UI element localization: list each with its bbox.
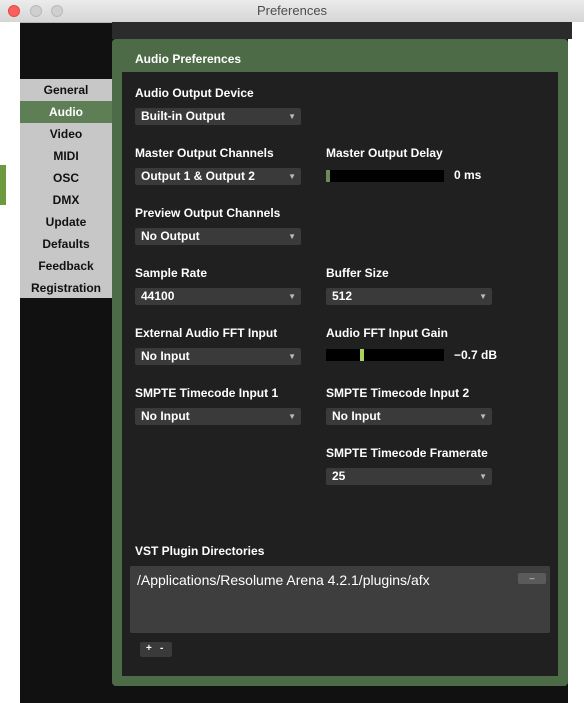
sidebar-item-osc[interactable]: OSC — [20, 167, 112, 189]
fft-input-value: No Input — [141, 349, 190, 363]
sidebar-item-audio[interactable]: Audio — [20, 101, 112, 123]
dropdown-arrow-icon: ▼ — [479, 472, 487, 481]
output-device-dropdown[interactable]: Built-in Output ▼ — [135, 108, 301, 125]
fft-gain-slider[interactable] — [326, 349, 444, 361]
smpte-input-1-label: SMPTE Timecode Input 1 — [135, 386, 279, 400]
remove-directory-button[interactable]: – — [518, 573, 546, 584]
audio-preferences-panel: Audio Preferences Audio Output Device Bu… — [112, 39, 568, 686]
smpte-input-2-dropdown[interactable]: No Input ▼ — [326, 408, 492, 425]
dropdown-arrow-icon: ▼ — [288, 232, 296, 241]
buffer-size-dropdown[interactable]: 512 ▼ — [326, 288, 492, 305]
vst-directory-item[interactable]: /Applications/Resolume Arena 4.2.1/plugi… — [137, 572, 430, 588]
dropdown-arrow-icon: ▼ — [288, 172, 296, 181]
sidebar-item-dmx[interactable]: DMX — [20, 189, 112, 211]
fft-input-label: External Audio FFT Input — [135, 326, 278, 340]
sidebar-item-video[interactable]: Video — [20, 123, 112, 145]
sidebar-item-midi[interactable]: MIDI — [20, 145, 112, 167]
directory-add-remove-controls: + - — [140, 642, 172, 657]
sample-rate-dropdown[interactable]: 44100 ▼ — [135, 288, 301, 305]
master-channels-dropdown[interactable]: Output 1 & Output 2 ▼ — [135, 168, 301, 185]
master-delay-label: Master Output Delay — [326, 146, 443, 160]
master-delay-value: 0 ms — [454, 168, 482, 182]
smpte-input-1-value: No Input — [141, 409, 190, 423]
output-device-label: Audio Output Device — [135, 86, 254, 100]
master-channels-label: Master Output Channels — [135, 146, 274, 160]
panel-title: Audio Preferences — [135, 52, 242, 66]
background-accent — [0, 165, 6, 205]
dropdown-arrow-icon: ▼ — [288, 112, 296, 121]
add-directory-button[interactable]: + — [146, 643, 152, 654]
title-bar: Preferences — [0, 0, 584, 23]
sidebar-item-registration[interactable]: Registration — [20, 277, 112, 299]
preview-channels-label: Preview Output Channels — [135, 206, 281, 220]
remove-selected-directory-button[interactable]: - — [160, 643, 163, 654]
sidebar-item-general[interactable]: General — [20, 79, 112, 101]
fft-gain-value: −0.7 dB — [454, 348, 498, 362]
smpte-input-2-value: No Input — [332, 409, 381, 423]
buffer-size-label: Buffer Size — [326, 266, 389, 280]
preferences-window: Preferences General Audio Video MIDI OSC… — [0, 0, 584, 703]
sample-rate-value: 44100 — [141, 289, 175, 303]
background-window-right — [568, 22, 584, 703]
dropdown-arrow-icon: ▼ — [288, 292, 296, 301]
smpte-input-2-label: SMPTE Timecode Input 2 — [326, 386, 470, 400]
sidebar-item-update[interactable]: Update — [20, 211, 112, 233]
preview-channels-value: No Output — [141, 229, 200, 243]
buffer-size-value: 512 — [332, 289, 353, 303]
slider-handle[interactable] — [360, 349, 364, 361]
dropdown-arrow-icon: ▼ — [479, 412, 487, 421]
fft-gain-label: Audio FFT Input Gain — [326, 326, 448, 340]
vst-directories-list[interactable]: /Applications/Resolume Arena 4.2.1/plugi… — [130, 566, 550, 633]
dropdown-arrow-icon: ▼ — [288, 412, 296, 421]
sidebar-item-feedback[interactable]: Feedback — [20, 255, 112, 277]
vst-directories-label: VST Plugin Directories — [135, 544, 265, 558]
background-dark-strip — [112, 22, 572, 39]
sidebar-item-defaults[interactable]: Defaults — [20, 233, 112, 255]
preview-channels-dropdown[interactable]: No Output ▼ — [135, 228, 301, 245]
background-window-left — [0, 22, 20, 703]
output-device-value: Built-in Output — [141, 109, 225, 123]
smpte-framerate-value: 25 — [332, 469, 346, 483]
slider-handle[interactable] — [326, 170, 330, 182]
fft-input-dropdown[interactable]: No Input ▼ — [135, 348, 301, 365]
smpte-input-1-dropdown[interactable]: No Input ▼ — [135, 408, 301, 425]
sample-rate-label: Sample Rate — [135, 266, 208, 280]
dropdown-arrow-icon: ▼ — [479, 292, 487, 301]
preferences-sidebar: General Audio Video MIDI OSC DMX Update … — [20, 79, 112, 298]
smpte-framerate-label: SMPTE Timecode Framerate — [326, 446, 488, 460]
master-delay-slider[interactable] — [326, 170, 444, 182]
window-title: Preferences — [256, 3, 328, 18]
smpte-framerate-dropdown[interactable]: 25 ▼ — [326, 468, 492, 485]
dropdown-arrow-icon: ▼ — [288, 352, 296, 361]
master-channels-value: Output 1 & Output 2 — [141, 169, 255, 183]
